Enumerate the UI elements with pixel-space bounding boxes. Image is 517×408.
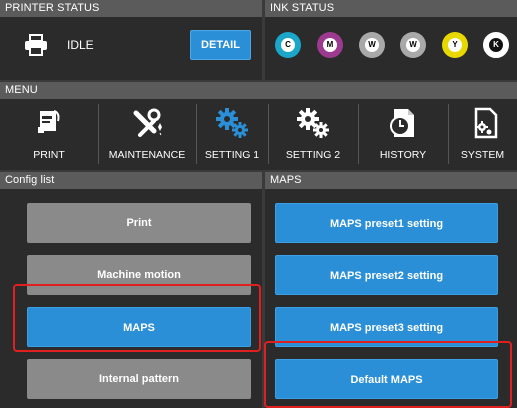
menu-item-label: SYSTEM xyxy=(460,149,505,161)
menu-item-label: SETTING 1 xyxy=(204,149,260,161)
printer-status-header: PRINTER STATUS xyxy=(0,0,262,17)
config-item-internal-pattern[interactable]: Internal pattern xyxy=(27,359,251,399)
menu-item-maintenance[interactable]: MAINTENANCE xyxy=(98,99,196,170)
ink-letter: C xyxy=(281,38,295,52)
menu-item-label: PRINT xyxy=(33,149,65,161)
ink-letter: M xyxy=(323,38,337,52)
menu-item-system[interactable]: SYSTEM xyxy=(448,99,517,170)
menu-item-label: MAINTENANCE xyxy=(108,149,186,161)
ink-letter: W xyxy=(365,38,379,52)
detail-button[interactable]: DETAIL xyxy=(190,30,251,60)
ink-cyan-indicator[interactable]: C xyxy=(275,32,301,58)
menu-item-label: SETTING 2 xyxy=(285,149,341,161)
menu-header: MENU xyxy=(0,82,517,99)
history-icon xyxy=(390,109,414,137)
config-list-header: Config list xyxy=(0,172,262,189)
ink-white1-indicator[interactable]: W xyxy=(359,32,385,58)
menu-item-label: HISTORY xyxy=(379,149,427,161)
highlight-box-default-maps xyxy=(264,341,512,408)
ink-letter: K xyxy=(489,38,503,52)
menu-panel: MENU PRINT MAINTENANCE SETTING 1 SETTING… xyxy=(0,82,517,170)
ink-magenta-indicator[interactable]: M xyxy=(317,32,343,58)
highlight-box-maps xyxy=(13,284,261,352)
ink-letter: Y xyxy=(448,38,462,52)
maintenance-icon xyxy=(133,108,162,137)
menu-item-setting-2[interactable]: SETTING 2 xyxy=(268,99,358,170)
maps-header: MAPS xyxy=(265,172,517,189)
menu-item-setting-1[interactable]: SETTING 1 xyxy=(196,99,268,170)
maps-preset2-setting-button[interactable]: MAPS preset2 setting xyxy=(275,255,498,295)
ink-status-header: INK STATUS xyxy=(265,0,517,17)
maps-preset1-setting-button[interactable]: MAPS preset1 setting xyxy=(275,203,498,243)
print-icon xyxy=(38,110,60,133)
menu-item-print[interactable]: PRINT xyxy=(0,99,98,170)
menu-item-history[interactable]: HISTORY xyxy=(358,99,448,170)
ink-status-panel: INK STATUS C M W W Y K xyxy=(265,0,517,80)
printer-icon xyxy=(25,34,47,56)
config-item-print[interactable]: Print xyxy=(27,203,251,243)
setting1-gears-icon xyxy=(216,108,248,138)
ink-white2-indicator[interactable]: W xyxy=(400,32,426,58)
system-icon xyxy=(474,107,497,139)
ink-black-indicator[interactable]: K xyxy=(483,32,509,58)
ink-yellow-indicator[interactable]: Y xyxy=(442,32,468,58)
printer-state-text: IDLE xyxy=(67,38,94,52)
printer-status-panel: PRINTER STATUS IDLE DETAIL xyxy=(0,0,262,80)
setting2-gears-icon xyxy=(297,108,329,138)
ink-letter: W xyxy=(406,38,420,52)
